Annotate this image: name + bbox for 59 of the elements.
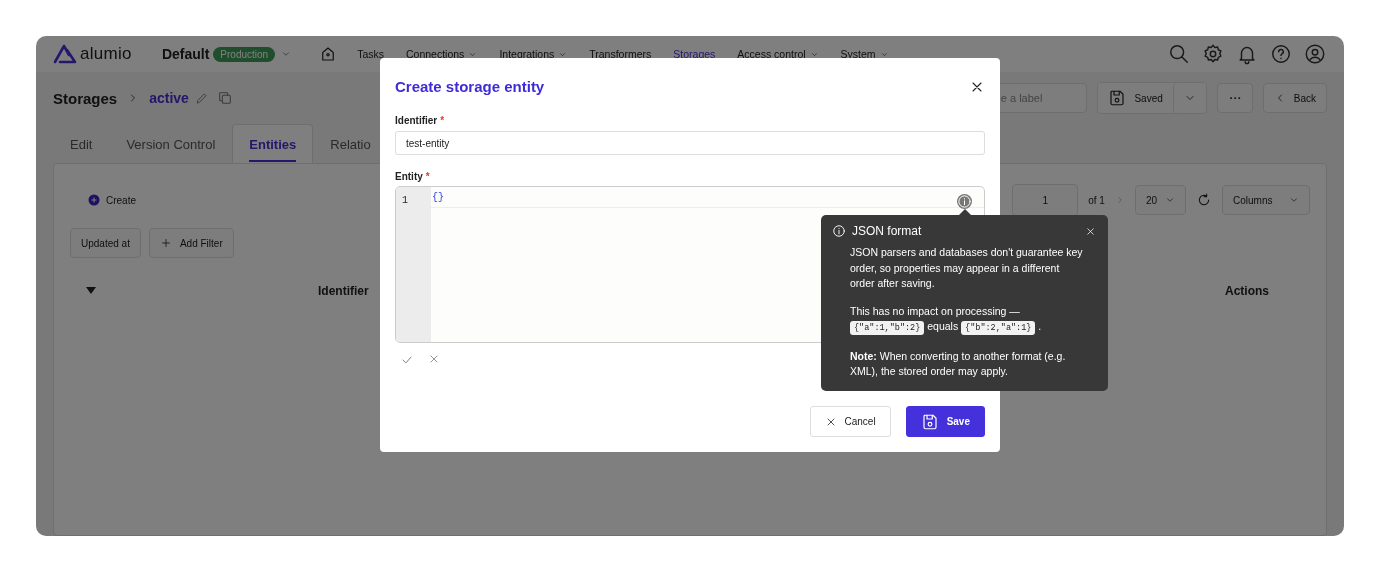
tooltip-text: . [1038,320,1042,332]
nav-item[interactable]: Transformers [589,48,652,60]
dialog-title: Create storage entity [395,78,545,95]
breadcrumb-link[interactable]: Storages [53,89,118,107]
tab[interactable]: Entities [232,124,314,163]
add-filter-button[interactable]: Add Filter [148,228,234,258]
environment-badge: Production [213,46,276,62]
field-label: Identifier [395,115,438,126]
identifier-input[interactable]: test-entity [395,131,985,155]
plus-circle-icon [88,194,100,206]
line-number: 1 [402,195,409,208]
back-button[interactable]: Back [1262,83,1327,113]
code-snippet: {"a":1,"b":2} [850,321,925,335]
page-size-select[interactable]: 20 [1134,185,1186,215]
close-icon [1085,225,1096,237]
plus-icon [159,237,172,249]
required-mark: * [440,115,445,126]
copy-icon[interactable] [216,90,233,106]
current-storage-name: active [149,90,189,106]
close-button[interactable] [1085,225,1096,237]
nav-item[interactable]: Storages [673,48,716,60]
workspace-name: Default [161,46,210,62]
column-header: Identifier [318,284,369,298]
tab[interactable]: Edit [53,124,110,163]
required-mark: * [425,171,430,182]
info-icon[interactable] [957,194,972,209]
field-label: Entity [395,171,423,182]
search-icon[interactable] [1168,43,1190,65]
chevron-down-icon [281,49,292,59]
tooltip-title: JSON format [852,224,922,238]
code-snippet: {"b":2,"a":1} [961,321,1036,335]
page-count: of 1 [1088,194,1105,206]
discard-icon[interactable] [428,353,440,365]
help-icon[interactable] [1270,43,1292,65]
tooltip-text: Note: When converting to another format (e.g. XML), the stored order may apply. [850,349,1066,377]
code-line: {} [432,191,444,203]
save-button[interactable]: Save [905,406,985,437]
page-number-field[interactable]: 1 [1012,184,1079,216]
filter-chip[interactable]: Updated at [70,228,141,258]
tab[interactable]: Version Control [109,124,233,163]
nav-item[interactable]: Access control [737,48,819,60]
create-button[interactable]: Create [82,193,142,207]
nav-item[interactable]: System [840,48,889,60]
refresh-icon[interactable] [1196,192,1212,208]
nav-item[interactable]: Tasks [357,48,384,60]
info-icon [832,224,846,238]
logo-icon [53,42,77,66]
tooltip-text: equals [927,320,959,332]
nav-item[interactable]: Connections [406,48,478,60]
settings-icon[interactable] [1202,43,1224,65]
chevron-down-icon [1165,195,1175,205]
nav-item[interactable]: Integrations [499,48,568,60]
chevron-down-icon [1289,195,1299,205]
user-icon[interactable] [1304,43,1326,65]
brand-name: alumio [80,44,132,64]
cancel-button[interactable]: Cancel [809,406,891,437]
columns-select[interactable]: Columns [1222,185,1310,215]
sort-triangle-icon[interactable] [86,287,96,295]
column-header: Actions [1225,284,1269,298]
